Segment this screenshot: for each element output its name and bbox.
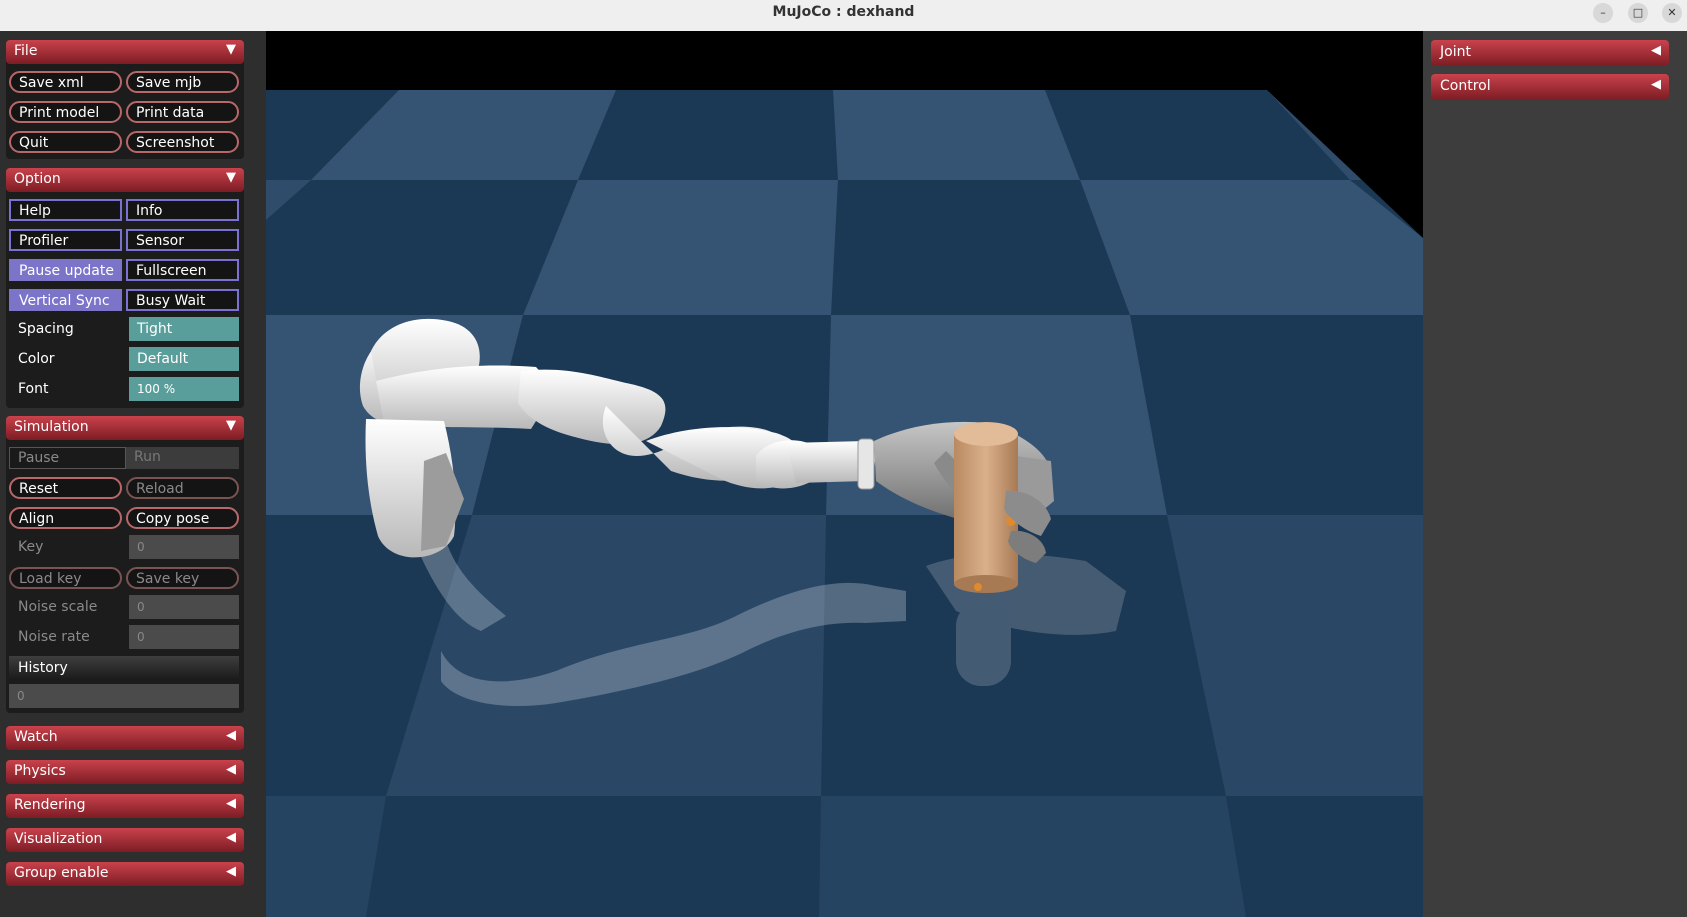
color-label: Color [18, 351, 55, 367]
expand-left-icon: ◀ [1651, 77, 1661, 92]
reload-button[interactable]: Reload [126, 477, 239, 499]
physics-section-header: Physics ◀ [6, 760, 244, 784]
vertical-sync-toggle[interactable]: Vertical Sync [9, 289, 122, 311]
3d-viewport[interactable] [266, 31, 1423, 917]
expand-left-icon: ◀ [226, 830, 236, 845]
key-label: Key [18, 539, 44, 555]
noise-scale-slider[interactable]: 0 [129, 595, 239, 619]
maximize-icon[interactable]: □ [1628, 3, 1648, 23]
collapse-down-icon: ▼ [226, 170, 236, 185]
save-xml-button[interactable]: Save xml [9, 71, 122, 93]
noise-rate-label: Noise rate [18, 629, 90, 645]
expand-left-icon: ◀ [226, 864, 236, 879]
pause-update-toggle[interactable]: Pause update [9, 259, 122, 281]
watch-section[interactable]: Watch ◀ [6, 726, 244, 750]
expand-left-icon: ◀ [226, 796, 236, 811]
align-button[interactable]: Align [9, 507, 122, 529]
title-bar: MuJoCo : dexhand – □ ✕ [0, 0, 1687, 32]
info-toggle[interactable]: Info [126, 199, 239, 221]
watch-section-title: Watch [14, 729, 58, 745]
profiler-toggle[interactable]: Profiler [9, 229, 122, 251]
spacing-select[interactable]: Tight [129, 317, 239, 341]
joint-section-title: Joint [1440, 44, 1471, 60]
group-enable-section-title: Group enable [14, 865, 109, 881]
font-label: Font [18, 381, 49, 397]
simulation-section-title: Simulation [14, 419, 89, 435]
physics-section[interactable]: Physics ◀ [6, 760, 244, 784]
noise-rate-slider[interactable]: 0 [129, 625, 239, 649]
save-key-button[interactable]: Save key [126, 567, 239, 589]
simulation-section-header[interactable]: Simulation ▼ [6, 416, 244, 440]
spacing-label: Spacing [18, 321, 74, 337]
option-section: Option ▼ Help Info Profiler Sensor Pause … [6, 168, 244, 408]
rendering-section-title: Rendering [14, 797, 86, 813]
font-select[interactable]: 100 % [129, 377, 239, 401]
left-ui-panel: File ▼ Save xml Save mjb Print model Prin… [0, 31, 266, 917]
file-section: File ▼ Save xml Save mjb Print model Prin… [6, 40, 244, 159]
pause-radio[interactable]: Pause [9, 447, 126, 469]
window-title: MuJoCo : dexhand [772, 4, 915, 20]
collapse-down-icon: ▼ [226, 418, 236, 433]
control-section-header[interactable]: Control ◀ [1431, 74, 1669, 100]
history-label: History [9, 656, 239, 680]
sensor-toggle[interactable]: Sensor [126, 229, 239, 251]
rendering-section[interactable]: Rendering ◀ [6, 794, 244, 818]
rendering-section-header: Rendering ◀ [6, 794, 244, 818]
visualization-section-title: Visualization [14, 831, 103, 847]
reset-button[interactable]: Reset [9, 477, 122, 499]
expand-left-icon: ◀ [226, 762, 236, 777]
watch-section-header: Watch ◀ [6, 726, 244, 750]
visualization-section-header: Visualization ◀ [6, 828, 244, 852]
load-key-button[interactable]: Load key [9, 567, 122, 589]
close-icon[interactable]: ✕ [1662, 3, 1682, 23]
scene-render [266, 31, 1423, 917]
collapse-down-icon: ▼ [226, 42, 236, 57]
color-select[interactable]: Default [129, 347, 239, 371]
history-slider[interactable]: 0 [9, 684, 239, 708]
minimize-icon[interactable]: – [1593, 3, 1613, 23]
print-model-button[interactable]: Print model [9, 101, 122, 123]
right-ui-panel: Joint ◀ Control ◀ [1423, 31, 1687, 917]
save-mjb-button[interactable]: Save mjb [126, 71, 239, 93]
file-section-header[interactable]: File ▼ [6, 40, 244, 64]
file-section-title: File [14, 43, 38, 59]
help-toggle[interactable]: Help [9, 199, 122, 221]
busy-wait-toggle[interactable]: Busy Wait [126, 289, 239, 311]
simulation-section: Simulation ▼ Pause Run Reset Reload Align… [6, 416, 244, 713]
expand-left-icon: ◀ [226, 728, 236, 743]
expand-left-icon: ◀ [1651, 43, 1661, 58]
screenshot-button[interactable]: Screenshot [126, 131, 239, 153]
group-enable-section-header: Group enable ◀ [6, 862, 244, 886]
control-section-title: Control [1440, 78, 1491, 94]
run-radio[interactable]: Run [126, 447, 239, 469]
key-slider[interactable]: 0 [129, 535, 239, 559]
visualization-section[interactable]: Visualization ◀ [6, 828, 244, 852]
copy-pose-button[interactable]: Copy pose [126, 507, 239, 529]
joint-section-header[interactable]: Joint ◀ [1431, 40, 1669, 66]
fullscreen-toggle[interactable]: Fullscreen [126, 259, 239, 281]
noise-scale-label: Noise scale [18, 599, 98, 615]
physics-section-title: Physics [14, 763, 66, 779]
group-enable-section[interactable]: Group enable ◀ [6, 862, 244, 886]
print-data-button[interactable]: Print data [126, 101, 239, 123]
option-section-header[interactable]: Option ▼ [6, 168, 244, 192]
option-section-title: Option [14, 171, 61, 187]
quit-button[interactable]: Quit [9, 131, 122, 153]
